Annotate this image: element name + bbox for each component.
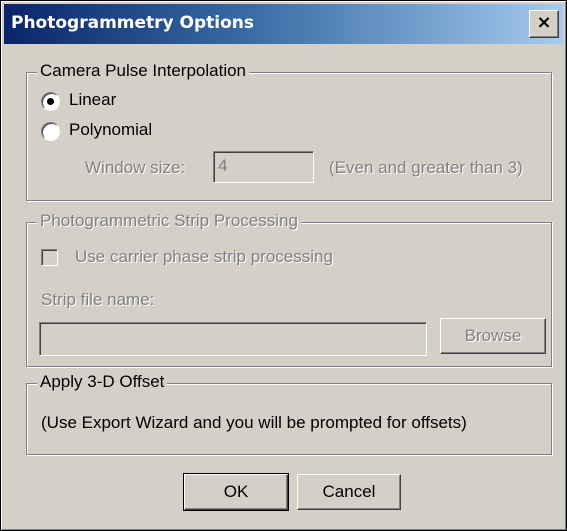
strip-file-label: Strip file name: [41,290,155,309]
carrier-phase-label[interactable]: Use carrier phase strip processing [75,247,333,267]
window-size-label: Window size: [85,158,186,177]
radio-selected-dot [47,98,54,105]
title-bar[interactable]: Photogrammetry Options × [4,4,563,44]
strip-file-input[interactable] [39,322,427,356]
close-icon: × [536,12,552,33]
cancel-button[interactable]: Cancel [297,474,401,510]
linear-label[interactable]: Linear [69,90,116,110]
linear-radio[interactable] [41,92,60,111]
photogrammetry-options-dialog: Photogrammetry Options × Camera Pulse In… [0,0,567,531]
linear-radio-option[interactable]: Linear [41,90,161,112]
polynomial-radio-option[interactable]: Polynomial [41,120,191,142]
offset-group: Apply 3-D Offset (Use Export Wizard and … [26,372,552,455]
camera-pulse-legend: Camera Pulse Interpolation [37,61,250,81]
offset-legend: Apply 3-D Offset [37,372,168,392]
polynomial-label[interactable]: Polynomial [69,120,152,140]
offset-message: (Use Export Wizard and you will be promp… [41,413,467,432]
ok-button[interactable]: OK [183,473,289,511]
strip-processing-group: Photogrammetric Strip Processing Use car… [26,211,552,367]
dialog-title: Photogrammetry Options [11,13,255,33]
window-size-hint: (Even and greater than 3) [329,158,523,177]
browse-label: Browse [464,326,522,345]
browse-button[interactable]: Browse [440,318,546,354]
window-size-input[interactable]: 4 [213,151,314,183]
cancel-label: Cancel [322,482,376,501]
ok-label: OK [223,482,249,501]
window-size-value: 4 [218,156,228,175]
close-button[interactable]: × [529,10,559,38]
camera-pulse-group: Camera Pulse Interpolation Linear Polyno… [26,61,552,201]
carrier-phase-checkbox[interactable] [41,249,58,266]
polynomial-radio[interactable] [41,122,60,141]
strip-processing-legend: Photogrammetric Strip Processing [37,211,301,231]
